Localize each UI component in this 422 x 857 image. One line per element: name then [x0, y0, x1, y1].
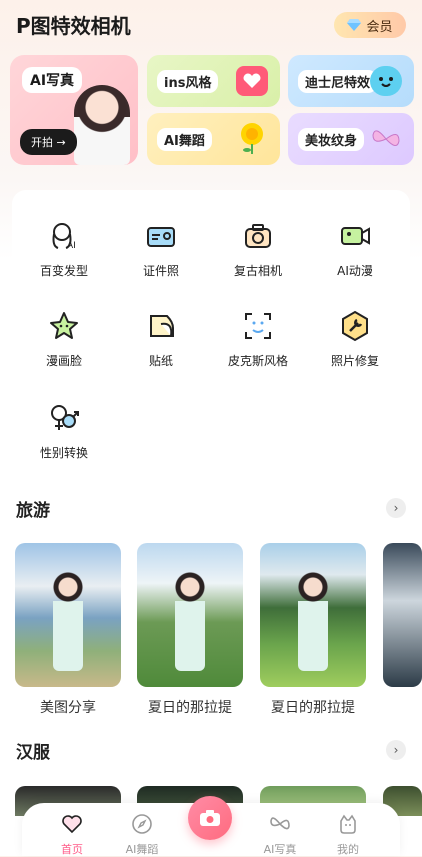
- tool-sticker-label: 贴纸: [148, 354, 173, 368]
- tool-id-photo-label: 证件照: [142, 264, 179, 278]
- tab-ai-portrait-label: AI写真: [263, 843, 297, 856]
- tool-retro-camera-label: 复古相机: [233, 264, 282, 278]
- tool-pixar-style-label: 皮克斯风格: [227, 354, 288, 368]
- tool-photo-repair[interactable]: 照片修复: [310, 310, 400, 369]
- travel-card-label: 美图分享: [40, 700, 96, 716]
- tab-home[interactable]: 首页: [42, 813, 102, 857]
- tab-mine-label: 我的: [337, 843, 359, 856]
- compass-icon: [132, 814, 152, 834]
- camera-icon: [245, 224, 271, 248]
- banner-makeup-tattoo[interactable]: 美妆纹身: [288, 113, 414, 165]
- banner-ins-title: ins风格: [157, 70, 219, 93]
- hair-ai-icon: AI: [52, 223, 76, 251]
- tool-hair-label: 百变发型: [39, 264, 88, 278]
- tool-retro-camera[interactable]: 复古相机: [213, 220, 303, 279]
- id-card-icon: [147, 227, 175, 247]
- travel-card-label: 夏日的那拉提: [271, 700, 355, 716]
- section-travel-title: 旅游: [16, 501, 50, 521]
- tool-pixar-style[interactable]: 皮克斯风格: [213, 310, 303, 369]
- tool-gender-swap[interactable]: 性别转换: [19, 402, 109, 461]
- vip-label: 会员: [366, 19, 393, 35]
- section-hanfu: 汉服 ›: [16, 738, 406, 764]
- butterfly-icon: [370, 124, 402, 154]
- travel-photo: [137, 543, 243, 687]
- banner-ai-dance[interactable]: AI舞蹈: [147, 113, 280, 165]
- person-figure: [175, 571, 205, 671]
- video-camera-icon: [341, 227, 370, 245]
- tool-photo-repair-label: 照片修复: [330, 354, 379, 368]
- person-figure: [298, 571, 328, 671]
- heart-chat-icon: [236, 66, 268, 96]
- travel-photo: [383, 543, 422, 687]
- tool-ai-anime-label: AI动漫: [337, 264, 373, 278]
- butterfly-icon: [270, 817, 290, 830]
- star-face-icon: [50, 312, 78, 339]
- banner-ai-portrait-title: AI写真: [22, 67, 83, 93]
- travel-card[interactable]: 夏日的那拉提: [137, 543, 243, 717]
- tab-ai-dance[interactable]: AI舞蹈: [112, 813, 172, 857]
- bear-face-icon: [370, 66, 402, 96]
- banner-dance-title: AI舞蹈: [157, 128, 212, 151]
- face-scan-icon: [245, 313, 271, 339]
- banner-tattoo-title: 美妆纹身: [298, 128, 365, 151]
- vip-button[interactable]: 会员: [334, 12, 406, 38]
- banner-disney-title: 迪士尼特效: [298, 70, 378, 93]
- tool-hair[interactable]: AI 百变发型: [19, 220, 109, 279]
- banner-disney[interactable]: 迪士尼特效: [288, 55, 414, 107]
- sticker-icon: [150, 315, 174, 337]
- travel-photo: [15, 543, 121, 687]
- tool-ai-anime[interactable]: AI动漫: [310, 220, 400, 279]
- travel-card[interactable]: 夏日的那拉提: [260, 543, 366, 717]
- tool-sticker[interactable]: 贴纸: [116, 310, 206, 369]
- sunflower-icon: [236, 123, 268, 154]
- heart-icon: [62, 815, 82, 834]
- banner-ins-style[interactable]: ins风格: [147, 55, 280, 107]
- wrench-icon: [342, 310, 368, 342]
- tool-id-photo[interactable]: 证件照: [116, 220, 206, 279]
- gender-icon: [51, 405, 79, 430]
- header: P图特效相机 会员: [16, 12, 406, 42]
- tool-comic-face[interactable]: 漫画脸: [19, 310, 109, 369]
- tools-panel: AI 百变发型 证件照 复古相机 AI动漫 漫画脸 贴纸 皮克斯风格 照片修复 …: [12, 190, 410, 470]
- person-figure: [53, 571, 83, 671]
- tab-mine[interactable]: 我的: [318, 813, 378, 857]
- section-hanfu-title: 汉服: [16, 743, 50, 763]
- section-travel: 旅游 ›: [16, 496, 406, 522]
- camera-icon: [200, 810, 220, 826]
- tool-gender-swap-label: 性别转换: [39, 446, 88, 460]
- travel-photo: [260, 543, 366, 687]
- travel-card-label: 夏日的那拉提: [148, 700, 232, 716]
- chevron-right-icon[interactable]: ›: [386, 740, 406, 760]
- travel-card-partial[interactable]: [383, 543, 422, 687]
- start-shoot-button[interactable]: 开拍 →: [20, 129, 77, 155]
- tab-home-label: 首页: [61, 843, 83, 856]
- portrait-image: [74, 85, 130, 165]
- camera-fab[interactable]: [188, 796, 232, 840]
- tool-comic-face-label: 漫画脸: [45, 354, 82, 368]
- banner-ai-portrait[interactable]: AI写真 开拍 →: [10, 55, 138, 165]
- profile-icon: [340, 814, 356, 834]
- tab-ai-portrait[interactable]: AI写真: [250, 813, 310, 857]
- travel-card[interactable]: 美图分享: [15, 543, 121, 717]
- tab-ai-dance-label: AI舞蹈: [125, 843, 159, 856]
- chevron-right-icon[interactable]: ›: [386, 498, 406, 518]
- svg-text:AI: AI: [67, 241, 76, 251]
- diamond-icon: [347, 19, 362, 31]
